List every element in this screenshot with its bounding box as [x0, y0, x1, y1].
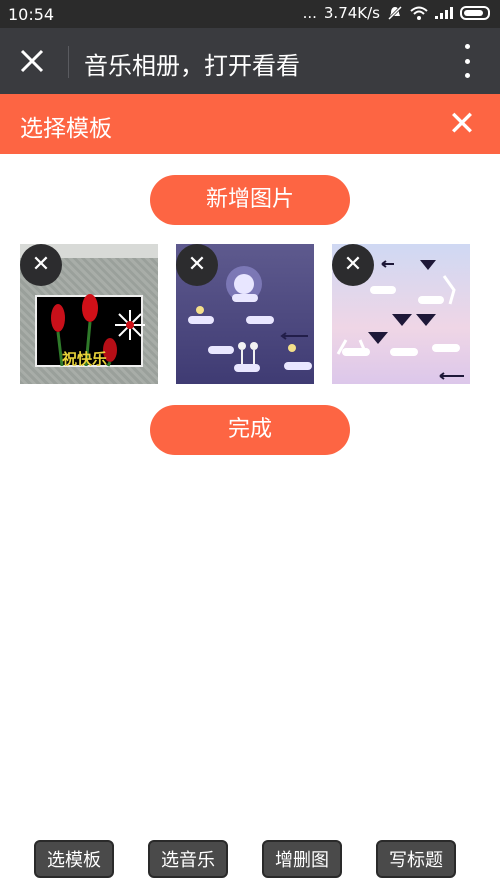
status-icons: ... 3.74K/s [303, 4, 490, 22]
choose-template-button[interactable]: 选模板 [34, 840, 114, 878]
status-time: 10:54 [8, 5, 55, 24]
image-thumbnail[interactable]: 祝快乐 ✕ [20, 244, 158, 384]
thumbnail-caption: 祝快乐 [62, 350, 108, 368]
close-icon[interactable] [14, 43, 50, 79]
write-title-button[interactable]: 写标题 [376, 840, 456, 878]
more-vert-icon[interactable] [462, 44, 472, 78]
remove-image-button[interactable]: ✕ [20, 244, 62, 286]
signal-icon [435, 7, 453, 19]
app-bar-divider [68, 46, 69, 78]
choose-music-button[interactable]: 选音乐 [148, 840, 228, 878]
image-thumbnail[interactable]: ✕ [176, 244, 314, 384]
network-speed: 3.74K/s [323, 4, 380, 22]
panel-close-button[interactable]: ✕ [442, 104, 482, 144]
add-image-button[interactable]: 新增图片 [150, 175, 350, 225]
battery-icon [460, 6, 490, 20]
mute-icon [387, 5, 403, 21]
remove-image-button[interactable]: ✕ [332, 244, 374, 286]
panel-title: 选择模板 [20, 116, 112, 142]
status-dots: ... [302, 4, 317, 22]
status-bar: 10:54 ... 3.74K/s [0, 0, 500, 28]
image-thumbnail[interactable]: ✕ [332, 244, 470, 384]
page-title: 音乐相册，打开看看 [84, 52, 300, 80]
edit-images-button[interactable]: 增删图 [262, 840, 342, 878]
panel-header: 选择模板 ✕ [0, 94, 500, 154]
done-button[interactable]: 完成 [150, 405, 350, 455]
remove-image-button[interactable]: ✕ [176, 244, 218, 286]
wifi-icon [410, 6, 428, 20]
app-bar: 音乐相册，打开看看 [0, 28, 500, 94]
